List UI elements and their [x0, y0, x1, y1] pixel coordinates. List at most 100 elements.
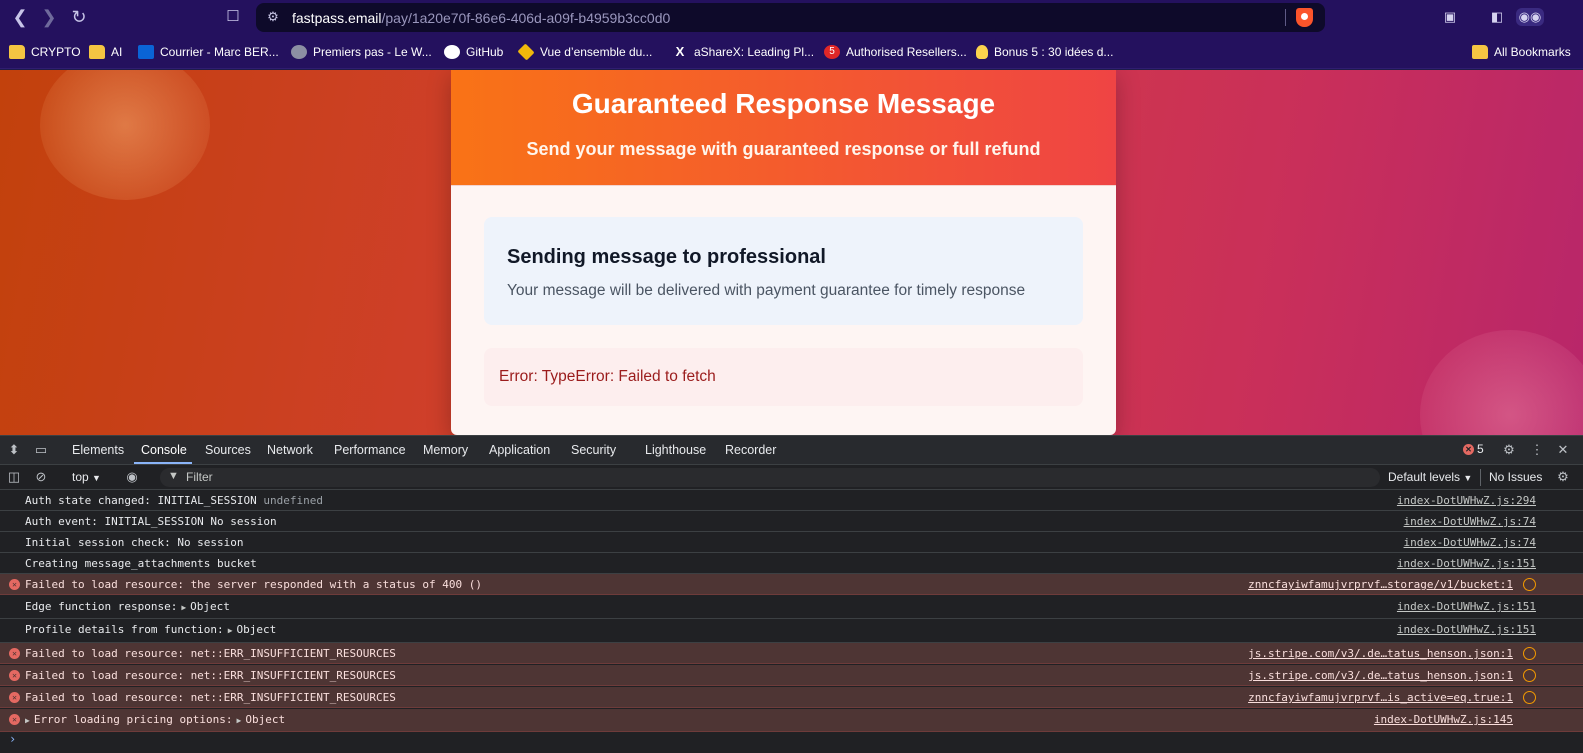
devtools-panel: ⬍ ▭ Elements Console Sources Network Per…: [0, 435, 1583, 753]
tab-memory[interactable]: Memory: [423, 443, 468, 457]
filter-placeholder: Filter: [186, 470, 213, 484]
console-error-row: ✕ ▶ Error loading pricing options: ▶ Object…: [0, 709, 1583, 732]
source-link[interactable]: znncfayiwfamujvrprvf…storage/v1/bucket:1: [1248, 578, 1513, 591]
network-request-icon[interactable]: [1523, 669, 1536, 682]
info-text: Your message will be delivered with paym…: [507, 282, 1026, 299]
expand-triangle-icon[interactable]: ▶: [25, 716, 30, 725]
eye-icon[interactable]: ◉: [124, 469, 140, 485]
log-levels-select[interactable]: Default levels ▼: [1388, 470, 1472, 484]
console-prompt[interactable]: ›: [9, 732, 16, 746]
browser-toolbar: ❮ ❯ ↻ ☐ ⚙ fastpass.email/pay/1a20e70f-86…: [0, 0, 1583, 36]
object-link[interactable]: Object: [237, 623, 277, 636]
console-settings-icon[interactable]: ⚙: [1555, 469, 1571, 485]
info-title: Sending message to professional: [507, 246, 826, 268]
clear-console-icon[interactable]: ⊘: [33, 469, 49, 485]
console-error-row: ✕ Failed to load resource: the server re…: [0, 574, 1583, 595]
expand-triangle-icon[interactable]: ▶: [181, 603, 186, 612]
page-title: Guaranteed Response Message: [571, 88, 996, 119]
url-path: /pay/1a20e70f-86e6-406d-a09f-b4959b3cc0d…: [381, 10, 671, 26]
tab-network[interactable]: Network: [267, 443, 313, 457]
tab-security[interactable]: Security: [571, 443, 616, 457]
console-toolbar: ◫ ⊘ top ▼ ◉ ▼ Filter Default levels ▼ No…: [0, 465, 1583, 490]
folder-icon: [89, 45, 105, 59]
url-text[interactable]: fastpass.email/pay/1a20e70f-86e6-406d-a0…: [292, 10, 670, 26]
row-message: Edge function response: ▶ Object: [25, 600, 230, 613]
tab-search-icon[interactable]: ▣: [1440, 8, 1460, 26]
bookmark-item[interactable]: CRYPTO: [9, 43, 81, 61]
globe-icon: [291, 45, 307, 59]
bookmark-item[interactable]: AI: [89, 43, 122, 61]
source-link[interactable]: znncfayiwfamujvrprvf…is_active=eq.true:1: [1248, 691, 1513, 704]
expand-triangle-icon[interactable]: ▶: [237, 716, 242, 725]
forward-icon[interactable]: ❯: [38, 6, 60, 28]
source-link[interactable]: js.stripe.com/v3/.de…tatus_henson.json:1: [1248, 669, 1513, 682]
sidebar-toggle-icon[interactable]: ◫: [6, 469, 22, 485]
error-count-badge[interactable]: ✕ 5: [1463, 442, 1484, 456]
lightbulb-icon: [976, 45, 988, 59]
tab-recorder[interactable]: Recorder: [725, 443, 776, 457]
source-link[interactable]: index-DotUWHwZ.js:74: [1404, 515, 1536, 528]
expand-triangle-icon[interactable]: ▶: [228, 626, 233, 635]
object-link[interactable]: Object: [245, 713, 285, 726]
bookmark-item[interactable]: Courrier - Marc BER...: [138, 43, 279, 61]
source-link[interactable]: index-DotUWHwZ.js:74: [1404, 536, 1536, 549]
row-message: Failed to load resource: net::ERR_INSUFF…: [25, 647, 396, 660]
message-text: Profile details from function:: [25, 623, 224, 636]
bookmark-item[interactable]: Premiers pas - Le W...: [291, 43, 432, 61]
sidebar-icon[interactable]: ◧: [1487, 8, 1507, 26]
bookmark-icon[interactable]: ☐: [222, 6, 244, 28]
console-row: Edge function response: ▶ Object index-Dot…: [0, 596, 1583, 619]
page-subtitle: Send your message with guaranteed respon…: [526, 139, 1041, 159]
device-toolbar-icon[interactable]: ▭: [33, 442, 49, 458]
source-link[interactable]: index-DotUWHwZ.js:145: [1374, 713, 1513, 726]
console-output: Auth state changed: INITIAL_SESSION unde…: [0, 490, 1583, 733]
bookmark-label: Premiers pas - Le W...: [313, 45, 432, 59]
settings-gear-icon[interactable]: ⚙: [1501, 442, 1517, 458]
bookmark-item[interactable]: 5 Authorised Resellers...: [824, 43, 967, 61]
back-icon[interactable]: ❮: [9, 6, 31, 28]
object-link[interactable]: Object: [190, 600, 230, 613]
tab-lighthouse[interactable]: Lighthouse: [645, 443, 706, 457]
reload-icon[interactable]: ↻: [68, 6, 90, 28]
bookmark-item[interactable]: XaShareX: Leading Pl...: [672, 43, 814, 61]
levels-label: Default levels: [1388, 470, 1461, 484]
context-select[interactable]: top ▼: [72, 470, 101, 484]
bookmarks-bar: CRYPTO AI Courrier - Marc BER... Premier…: [0, 36, 1583, 69]
brave-shield-icon[interactable]: [1296, 8, 1313, 27]
issues-button[interactable]: No Issues: [1489, 470, 1542, 484]
row-message: Auth event: INITIAL_SESSION No session: [25, 515, 277, 528]
source-link[interactable]: js.stripe.com/v3/.de…tatus_henson.json:1: [1248, 647, 1513, 660]
inspect-element-icon[interactable]: ⬍: [6, 442, 22, 458]
bookmark-item[interactable]: Bonus 5 : 30 idées d...: [976, 43, 1113, 61]
close-icon[interactable]: ✕: [1555, 442, 1571, 458]
site-settings-icon[interactable]: ⚙: [264, 8, 282, 26]
active-tab-indicator: [134, 462, 192, 464]
tab-application[interactable]: Application: [489, 443, 550, 457]
address-bar[interactable]: ⚙ fastpass.email/pay/1a20e70f-86e6-406d-…: [256, 3, 1325, 32]
source-link[interactable]: index-DotUWHwZ.js:151: [1397, 623, 1536, 636]
source-link[interactable]: index-DotUWHwZ.js:151: [1397, 600, 1536, 613]
network-request-icon[interactable]: [1523, 691, 1536, 704]
network-request-icon[interactable]: [1523, 647, 1536, 660]
row-message: Profile details from function: ▶ Object: [25, 623, 276, 636]
network-request-icon[interactable]: [1523, 578, 1536, 591]
source-link[interactable]: index-DotUWHwZ.js:151: [1397, 557, 1536, 570]
bookmark-item[interactable]: GitHub: [444, 43, 503, 61]
tab-sources[interactable]: Sources: [205, 443, 251, 457]
chevron-down-icon: ▼: [1463, 473, 1473, 483]
error-count: 5: [1477, 442, 1484, 456]
message-card: Guaranteed Response Message Send your me…: [451, 70, 1116, 435]
source-link[interactable]: index-DotUWHwZ.js:294: [1397, 494, 1536, 507]
more-options-icon[interactable]: ⋮: [1529, 442, 1545, 458]
console-row: Initial session check: No session index-…: [0, 532, 1583, 553]
tab-console[interactable]: Console: [141, 443, 187, 457]
tab-performance[interactable]: Performance: [334, 443, 406, 457]
bookmark-label: All Bookmarks: [1494, 45, 1571, 59]
filter-input[interactable]: ▼ Filter: [160, 468, 1380, 487]
row-message: ▶ Error loading pricing options: ▶ Object: [25, 713, 285, 726]
bookmark-item[interactable]: Vue d’ensemble du...: [517, 43, 652, 61]
tab-elements[interactable]: Elements: [72, 443, 124, 457]
private-glasses-icon[interactable]: ◉◉: [1516, 8, 1544, 26]
chevron-down-icon: ▼: [92, 473, 101, 483]
all-bookmarks[interactable]: All Bookmarks: [1472, 43, 1571, 61]
